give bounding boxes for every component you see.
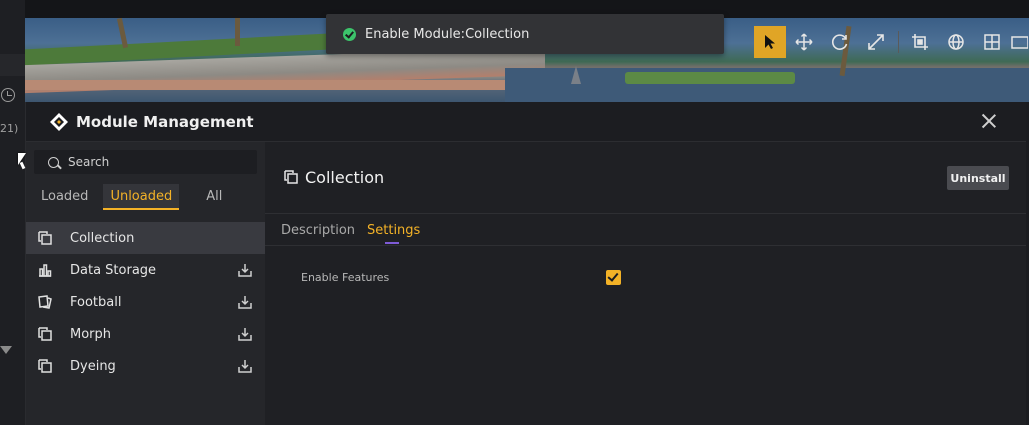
toolbar-separator: [894, 26, 902, 58]
filter-tab-loaded[interactable]: Loaded: [34, 184, 95, 210]
copy-icon: [284, 170, 298, 184]
history-icon[interactable]: [1, 88, 15, 102]
counter-text: 21): [0, 122, 19, 135]
scene-cone: [571, 66, 581, 84]
editor-left-panel: 21): [0, 0, 25, 425]
filter-icon[interactable]: [0, 346, 12, 354]
dialog-title: Module Management: [76, 113, 254, 131]
move-arrows-icon: [795, 33, 813, 51]
filter-tab-all[interactable]: All: [199, 184, 229, 210]
toast-notification: Enable Module:Collection: [326, 14, 724, 54]
module-item-data-storage[interactable]: Data Storage: [26, 254, 265, 286]
enable-features-row: Enable Features: [301, 270, 621, 290]
enable-features-checkbox[interactable]: [606, 270, 621, 285]
module-label: Collection: [70, 230, 135, 246]
download-icon[interactable]: [238, 263, 252, 277]
search-icon: [48, 156, 59, 168]
copy-icon: [38, 359, 52, 373]
globe-tool-button[interactable]: [938, 26, 974, 58]
module-label: Data Storage: [70, 262, 157, 278]
move-tool-button[interactable]: [786, 26, 822, 58]
scale-icon: [868, 34, 884, 50]
scene-curb: [25, 80, 565, 90]
module-detail-panel: Collection Uninstall Description Setting…: [265, 142, 1026, 425]
panel-row: [0, 54, 25, 76]
filter-tab-unloaded[interactable]: Unloaded: [103, 184, 180, 210]
module-label: Football: [70, 294, 122, 310]
transform-toolbar: [754, 26, 1029, 58]
download-icon[interactable]: [238, 327, 252, 341]
crop-icon: [912, 34, 928, 50]
module-item-morph[interactable]: Morph: [26, 318, 265, 350]
window-icon: [1011, 36, 1028, 49]
module-label: Dyeing: [70, 358, 116, 374]
module-item-collection[interactable]: Collection: [26, 222, 265, 254]
download-icon[interactable]: [238, 295, 252, 309]
detail-header: Collection Uninstall: [265, 142, 1026, 214]
rotate-icon: [831, 34, 848, 50]
module-item-dyeing[interactable]: Dyeing: [26, 350, 265, 382]
search-box[interactable]: [34, 150, 257, 174]
crop-tool-button[interactable]: [902, 26, 938, 58]
grid-tool-button[interactable]: [974, 26, 1010, 58]
download-icon[interactable]: [238, 359, 252, 373]
bar-chart-icon: [39, 264, 52, 277]
separator-line: [897, 31, 899, 53]
globe-icon: [948, 34, 964, 50]
scale-tool-button[interactable]: [858, 26, 894, 58]
uninstall-button[interactable]: Uninstall: [947, 166, 1009, 190]
copy-icon: [38, 327, 52, 341]
detail-title: Collection: [305, 168, 385, 187]
filter-tabs: Loaded Unloaded All: [34, 184, 237, 210]
toast-message: Enable Module:Collection: [365, 26, 530, 42]
scene-palm: [235, 18, 240, 46]
tab-description[interactable]: Description: [281, 223, 355, 238]
detail-tabs: Description Settings: [265, 214, 1026, 246]
scene-grass-patch: [625, 72, 795, 84]
module-management-dialog: Module Management Loaded Unloaded All Co…: [25, 102, 1026, 425]
select-tool-button[interactable]: [754, 26, 786, 58]
window-tool-button[interactable]: [1010, 26, 1029, 58]
app-logo-icon: [50, 113, 68, 131]
dialog-header: Module Management: [26, 102, 1026, 142]
enable-features-label: Enable Features: [301, 271, 390, 284]
search-input[interactable]: [68, 155, 238, 169]
tab-settings[interactable]: Settings: [367, 223, 420, 238]
cursor-arrow-icon: [765, 35, 775, 49]
module-list: Collection Data Storage Football Morph D…: [26, 222, 265, 382]
module-label: Morph: [70, 326, 112, 342]
module-sidebar: Loaded Unloaded All Collection Data Stor…: [26, 142, 265, 425]
close-button[interactable]: [980, 112, 998, 130]
rotate-tool-button[interactable]: [822, 26, 858, 58]
module-item-football[interactable]: Football: [26, 286, 265, 318]
grid-icon: [984, 34, 1000, 50]
success-check-icon: [343, 27, 356, 41]
copy-icon: [38, 231, 52, 245]
cards-icon: [38, 295, 52, 309]
active-tab-indicator: [385, 242, 399, 244]
